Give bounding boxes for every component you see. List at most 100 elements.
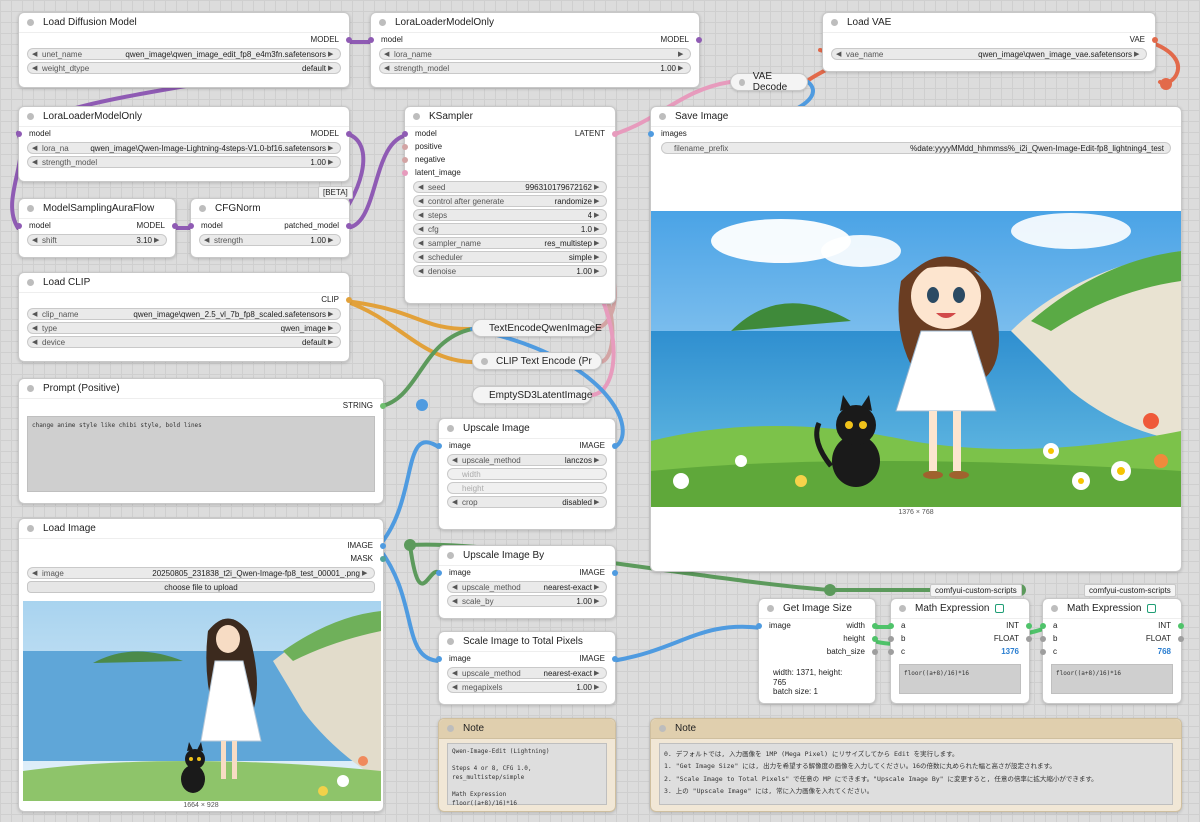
- clip-text-encode-node[interactable]: CLIP Text Encode (Pr: [472, 352, 602, 370]
- filename-prefix-input[interactable]: filename_prefix %date:yyyyMMdd_hhmmss%_i2…: [661, 142, 1171, 154]
- note-node-instructions[interactable]: Note 0. デフォルトでは, 入力画像を 1MP (Mega Pixel) …: [650, 718, 1182, 812]
- left-arrow-icon[interactable]: ◀: [418, 239, 426, 247]
- node-collapse-dot[interactable]: [199, 205, 206, 212]
- right-arrow-icon[interactable]: ▶: [328, 64, 336, 72]
- model-input-socket[interactable]: [16, 222, 22, 229]
- clip-name-select[interactable]: ◀ clip_name qwen_image\qwen_2.5_vl_7b_fp8_…: [27, 308, 341, 320]
- right-arrow-icon[interactable]: ▶: [328, 338, 336, 346]
- right-arrow-icon[interactable]: ▶: [594, 456, 602, 464]
- left-arrow-icon[interactable]: ◀: [452, 683, 460, 691]
- node-collapse-dot[interactable]: [413, 113, 420, 120]
- upscale-image-node[interactable]: Upscale Image image IMAGE ◀ upscale_method…: [436, 418, 618, 530]
- strength-input[interactable]: ◀ strength 1.00 ▶: [199, 234, 341, 246]
- float-output-socket[interactable]: [1178, 635, 1184, 642]
- model-output-socket[interactable]: [346, 36, 352, 43]
- left-arrow-icon[interactable]: ◀: [32, 236, 40, 244]
- right-arrow-icon[interactable]: ▶: [594, 225, 602, 233]
- model-input-socket[interactable]: [368, 36, 374, 43]
- load-image-node[interactable]: Load Image IMAGE MASK ◀ image 20250805_231…: [18, 518, 386, 812]
- note-node-lightning[interactable]: Note Qwen-Image-Edit (Lightning) Steps 4…: [438, 718, 616, 812]
- right-arrow-icon[interactable]: ▶: [594, 267, 602, 275]
- left-arrow-icon[interactable]: ◀: [418, 267, 426, 275]
- scale-image-total-pixels-node[interactable]: Scale Image to Total Pixels image IMAGE ◀…: [436, 631, 618, 705]
- upscale-image-by-node[interactable]: Upscale Image By image IMAGE ◀ upscale_met…: [436, 545, 618, 619]
- right-arrow-icon[interactable]: ▶: [594, 683, 602, 691]
- left-arrow-icon[interactable]: ◀: [418, 253, 426, 261]
- left-arrow-icon[interactable]: ◀: [384, 50, 392, 58]
- left-arrow-icon[interactable]: ◀: [452, 597, 460, 605]
- left-arrow-icon[interactable]: ◀: [836, 50, 844, 58]
- right-arrow-icon[interactable]: ▶: [328, 144, 336, 152]
- right-arrow-icon[interactable]: ▶: [678, 64, 686, 72]
- load-clip-node[interactable]: Load CLIP CLIP ◀ clip_name qwen_image\qwen…: [18, 272, 352, 362]
- width-output-socket[interactable]: [872, 622, 878, 629]
- node-collapse-dot[interactable]: [447, 638, 454, 645]
- right-arrow-icon[interactable]: ▶: [594, 498, 602, 506]
- get-image-size-node[interactable]: Get Image Size image width height batch_s…: [756, 598, 878, 704]
- prompt-textarea[interactable]: change anime style like chibi style, bol…: [27, 416, 375, 492]
- image-input-socket[interactable]: [436, 655, 442, 662]
- node-collapse-dot[interactable]: [899, 605, 906, 612]
- patched-model-output-socket[interactable]: [346, 222, 352, 229]
- left-arrow-icon[interactable]: ◀: [32, 158, 40, 166]
- left-arrow-icon[interactable]: ◀: [32, 50, 40, 58]
- control-after-generate-select[interactable]: ◀ control after generate randomize ▶: [413, 195, 607, 207]
- positive-input-socket[interactable]: [402, 143, 408, 150]
- note-textarea[interactable]: Qwen-Image-Edit (Lightning) Steps 4 or 8…: [447, 743, 607, 807]
- batch-size-output-socket[interactable]: [872, 648, 878, 655]
- math-expression-height-node[interactable]: Math Expression a INT b FLOAT c 768 floor((…: [1040, 598, 1184, 704]
- left-arrow-icon[interactable]: ◀: [418, 225, 426, 233]
- left-arrow-icon[interactable]: ◀: [32, 338, 40, 346]
- model-input-socket[interactable]: [16, 130, 22, 137]
- right-arrow-icon[interactable]: ▶: [594, 669, 602, 677]
- crop-select[interactable]: ◀ crop disabled ▶: [447, 496, 607, 508]
- node-collapse-dot[interactable]: [659, 725, 666, 732]
- right-arrow-icon[interactable]: ▶: [362, 569, 370, 577]
- right-arrow-icon[interactable]: ▶: [594, 197, 602, 205]
- right-arrow-icon[interactable]: ▶: [328, 236, 336, 244]
- expression-textarea[interactable]: floor((a+8)/16)*16: [1051, 664, 1173, 694]
- left-arrow-icon[interactable]: ◀: [452, 583, 460, 591]
- left-arrow-icon[interactable]: ◀: [452, 498, 460, 506]
- model-input-socket[interactable]: [188, 222, 194, 229]
- image-output-socket[interactable]: [612, 569, 618, 576]
- image-file-select[interactable]: ◀ image 20250805_231838_t2i_Qwen-Image-fp8…: [27, 567, 375, 579]
- string-output-socket[interactable]: [380, 402, 386, 409]
- image-output-socket[interactable]: [380, 542, 386, 549]
- node-collapse-dot[interactable]: [831, 19, 838, 26]
- c-input-socket[interactable]: [1040, 648, 1046, 655]
- load-diffusion-model-node[interactable]: Load Diffusion Model MODEL ◀ unet_name qwe…: [18, 12, 352, 88]
- scheduler-select[interactable]: ◀ scheduler simple ▶: [413, 251, 607, 263]
- image-output-socket[interactable]: [612, 655, 618, 662]
- image-input-socket[interactable]: [756, 622, 762, 629]
- right-arrow-icon[interactable]: ▶: [1134, 50, 1142, 58]
- node-collapse-dot[interactable]: [27, 279, 34, 286]
- unet-name-select[interactable]: ◀ unet_name qwen_image\qwen_image_edit_fp8…: [27, 48, 341, 60]
- left-arrow-icon[interactable]: ◀: [384, 64, 392, 72]
- clip-type-select[interactable]: ◀ type qwen_image ▶: [27, 322, 341, 334]
- node-collapse-dot[interactable]: [481, 357, 488, 365]
- left-arrow-icon[interactable]: ◀: [418, 183, 426, 191]
- latent-output-socket[interactable]: [612, 130, 618, 137]
- vae-decode-node[interactable]: VAE Decode: [730, 71, 808, 93]
- right-arrow-icon[interactable]: ▶: [594, 183, 602, 191]
- left-arrow-icon[interactable]: ◀: [452, 456, 460, 464]
- int-output-socket[interactable]: [1026, 622, 1032, 629]
- a-input-socket[interactable]: [888, 622, 894, 629]
- right-arrow-icon[interactable]: ▶: [328, 324, 336, 332]
- left-arrow-icon[interactable]: ◀: [32, 64, 40, 72]
- right-arrow-icon[interactable]: ▶: [594, 583, 602, 591]
- left-arrow-icon[interactable]: ◀: [32, 569, 40, 577]
- right-arrow-icon[interactable]: ▶: [328, 310, 336, 318]
- b-input-socket[interactable]: [1040, 635, 1046, 642]
- steps-input[interactable]: ◀ steps 4 ▶: [413, 209, 607, 221]
- node-collapse-dot[interactable]: [27, 113, 34, 120]
- device-select[interactable]: ◀ device default ▶: [27, 336, 341, 348]
- image-output-socket[interactable]: [612, 442, 618, 449]
- upscale-method-select[interactable]: ◀ upscale_method lanczos ▶: [447, 454, 607, 466]
- node-collapse-dot[interactable]: [27, 19, 34, 26]
- node-collapse-dot[interactable]: [1051, 605, 1058, 612]
- left-arrow-icon[interactable]: ◀: [452, 669, 460, 677]
- vae-output-socket[interactable]: [1152, 36, 1158, 43]
- negative-input-socket[interactable]: [402, 156, 408, 163]
